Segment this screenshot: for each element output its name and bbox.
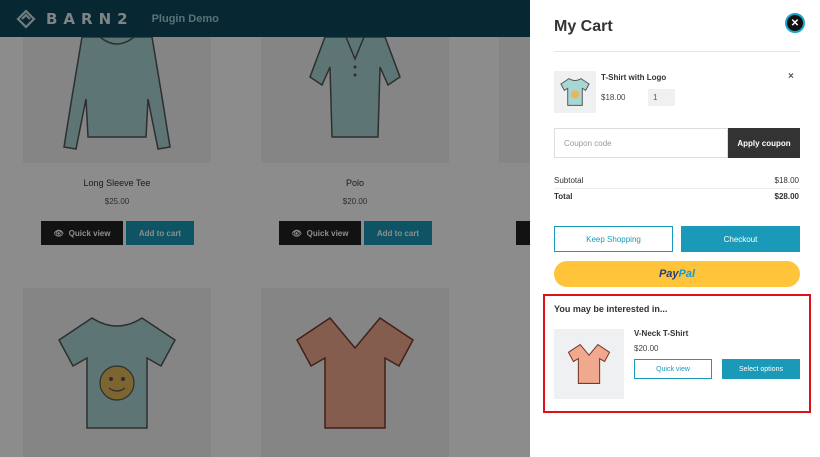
remove-item-button[interactable]: × xyxy=(788,71,794,82)
total-label: Total xyxy=(554,192,573,201)
upsell-product-price: $20.00 xyxy=(634,344,659,353)
cart-drawer: My Cart ✕ T-Shirt with Logo $18.00 × App… xyxy=(530,0,820,457)
paypal-button[interactable]: Pay Pal xyxy=(554,261,800,287)
keep-shopping-button[interactable]: Keep Shopping xyxy=(554,226,673,252)
quantity-input[interactable] xyxy=(648,89,675,106)
checkout-button[interactable]: Checkout xyxy=(681,226,800,252)
total-value: $28.00 xyxy=(774,192,799,201)
subtotal-value: $18.00 xyxy=(774,176,799,185)
upsell-product-image[interactable] xyxy=(554,329,624,399)
upsell-quick-view-button[interactable]: Quick view xyxy=(634,359,712,379)
cart-item-price: $18.00 xyxy=(601,93,626,102)
paypal-logo-pal: Pal xyxy=(678,268,696,280)
subtotal-label: Subtotal xyxy=(554,176,584,185)
paypal-logo-pay: Pay xyxy=(658,268,679,280)
page-dim-overlay[interactable] xyxy=(0,0,530,457)
tshirt-with-logo-icon xyxy=(560,78,590,106)
divider xyxy=(554,188,800,189)
divider xyxy=(554,51,800,52)
coupon-code-input[interactable] xyxy=(554,128,728,158)
close-button[interactable]: ✕ xyxy=(785,13,805,33)
upsell-title: You may be interested in... xyxy=(554,304,668,314)
apply-coupon-button[interactable]: Apply coupon xyxy=(728,128,800,158)
cart-item-name[interactable]: T-Shirt with Logo xyxy=(601,73,666,82)
cart-title: My Cart xyxy=(554,18,613,35)
select-options-button[interactable]: Select options xyxy=(722,359,800,379)
close-icon: ✕ xyxy=(790,17,800,29)
cart-item-image[interactable] xyxy=(554,71,596,113)
vneck-tshirt-icon xyxy=(567,343,611,384)
upsell-product-name[interactable]: V-Neck T-Shirt xyxy=(634,329,688,338)
